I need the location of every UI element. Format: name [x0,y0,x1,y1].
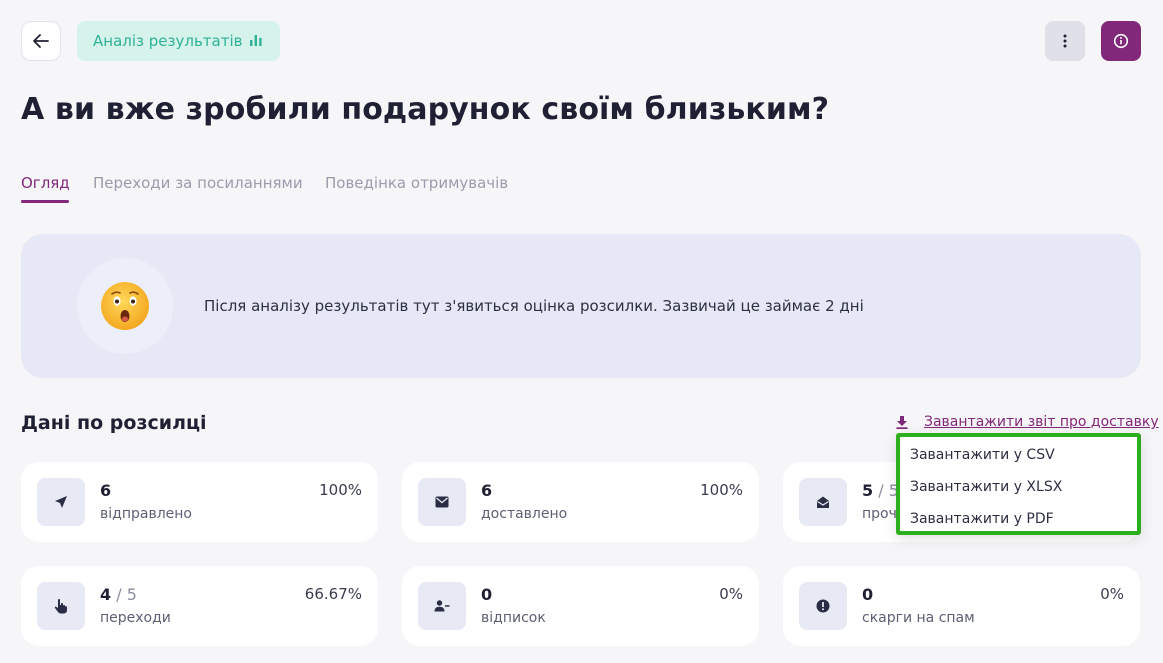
stat-icon-box [418,582,466,630]
stat-value: 6 [100,481,111,500]
page: Аналіз результатів А ви вже зробили пода… [0,0,1163,663]
pointer-hand-icon [54,599,67,614]
stat-card-clicks: 4 / 5 переходи 66.67% [21,566,378,646]
more-options-button[interactable] [1045,21,1085,61]
stat-percent: 100% [319,481,362,499]
stat-card-spam-complaints: 0 скарги на спам 0% [783,566,1140,646]
back-button[interactable] [21,21,61,61]
stat-value-number: 4 [100,585,112,604]
stat-value-number: 0 [481,585,493,604]
notice-text: Після аналізу результатів тут з'явиться … [204,297,864,315]
info-button[interactable] [1101,21,1141,61]
stat-icon-box [799,582,847,630]
stat-value: 0 [862,585,873,604]
open-envelope-icon [817,496,829,508]
stat-label: відправлено [100,506,192,522]
user-remove-icon [434,600,450,612]
analysis-label: Аналіз результатів [93,32,243,50]
stat-value-number: 0 [862,585,874,604]
analysis-notice-banner: Після аналізу результатів тут з'явиться … [21,234,1141,378]
stat-icon-box [799,478,847,526]
bar-chart-icon [250,35,262,46]
alert-icon [816,599,830,613]
info-icon [1113,33,1129,49]
emoji-avatar [77,258,173,354]
menu-item-xlsx[interactable]: Завантажити у XLSX [910,479,1062,495]
stat-value: 6 [481,481,492,500]
stat-icon-box [37,582,85,630]
active-tab-indicator [21,200,69,203]
stat-value-number: 6 [481,481,493,500]
stat-card-sent: 6 відправлено 100% [21,462,378,542]
tab-overview[interactable]: Огляд [21,174,70,192]
download-report-link[interactable]: Завантажити звіт про доставку [896,412,1159,432]
astonished-face-icon [101,282,149,330]
stat-value: 4 / 5 [100,585,137,604]
stat-label: відписок [481,610,546,626]
send-icon [55,496,67,508]
tab-recipient-behavior[interactable]: Поведінка отримувачів [325,174,508,192]
stat-value: 0 [481,585,492,604]
kebab-menu-icon [1063,34,1067,48]
stat-value-total: / 5 [111,585,137,604]
stat-card-delivered: 6 доставлено 100% [402,462,759,542]
stat-percent: 0% [719,585,743,603]
stat-value-number: 5 [862,481,874,500]
envelope-icon [435,496,449,508]
stat-icon-box [418,478,466,526]
stat-percent: 100% [700,481,743,499]
menu-item-pdf[interactable]: Завантажити у PDF [910,511,1054,527]
section-title: Дані по розсилці [21,412,207,434]
download-format-menu: Завантажити у CSV Завантажити у XLSX Зав… [896,433,1141,535]
stat-value: 5 / 5 [862,481,899,500]
stat-percent: 0% [1100,585,1124,603]
stat-value-number: 6 [100,481,112,500]
stat-percent: 66.67% [304,585,362,603]
stat-label: скарги на спам [862,610,975,626]
page-title: А ви вже зробили подарунок своїм близьки… [21,92,830,127]
analysis-results-button[interactable]: Аналіз результатів [77,21,280,61]
download-icon [896,415,908,429]
stat-label: переходи [100,610,171,626]
stat-label: доставлено [481,506,568,522]
menu-item-csv[interactable]: Завантажити у CSV [910,447,1055,463]
stat-card-unsubscribes: 0 відписок 0% [402,566,759,646]
tab-link-clicks[interactable]: Переходи за посиланнями [93,174,303,192]
stat-icon-box [37,478,85,526]
download-report-label: Завантажити звіт про доставку [924,414,1159,430]
arrow-left-icon [33,34,49,48]
